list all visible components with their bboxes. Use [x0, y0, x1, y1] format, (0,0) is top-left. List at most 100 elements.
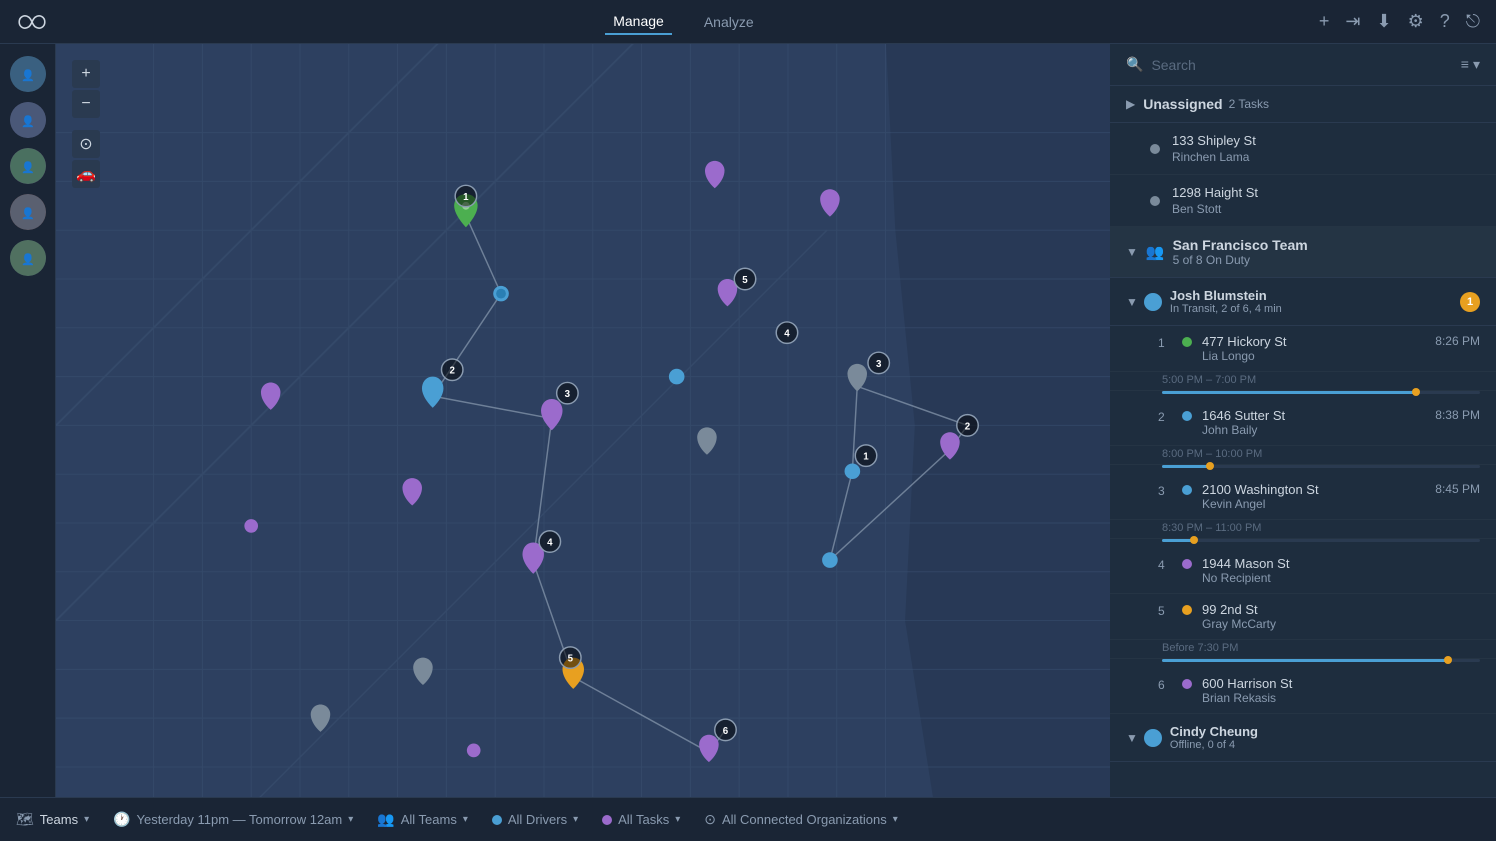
search-icon: 🔍: [1126, 56, 1143, 73]
driver-dot: [492, 815, 502, 825]
task-details-5: 99 2nd St Gray McCarty: [1202, 602, 1480, 631]
svg-text:5: 5: [568, 654, 574, 665]
nav-analyze[interactable]: Analyze: [696, 10, 762, 34]
cindy-status: Offline, 0 of 4: [1170, 739, 1480, 751]
team-section-header[interactable]: ▼ 👥 San Francisco Team 5 of 8 On Duty: [1110, 227, 1496, 278]
import-icon[interactable]: ⇥: [1345, 11, 1360, 32]
logo[interactable]: [16, 12, 48, 32]
task-bar-dot-5: [1444, 656, 1452, 664]
task-bar-5: [1162, 659, 1480, 662]
map-icon: 🗺: [16, 811, 34, 828]
nav-manage[interactable]: Manage: [605, 9, 672, 35]
settings-icon[interactable]: ⚙: [1408, 11, 1424, 32]
unassigned-task-1[interactable]: 133 Shipley St Rinchen Lama: [1110, 123, 1496, 175]
task-pin-5: [1182, 605, 1192, 615]
list-icon[interactable]: ≡: [1461, 56, 1469, 73]
svg-text:4: 4: [784, 329, 790, 340]
task-pin-3: [1182, 485, 1192, 495]
task-recip-2: John Baily: [1202, 423, 1427, 437]
svg-text:👤: 👤: [21, 253, 35, 266]
task-bar-dot-2: [1206, 462, 1214, 470]
add-icon[interactable]: +: [1319, 11, 1330, 32]
task-dot-1: [1150, 144, 1160, 154]
driver-cindy-header[interactable]: ▼ Cindy Cheung Offline, 0 of 4: [1110, 714, 1496, 762]
avatar-2[interactable]: 👤: [10, 102, 46, 138]
zoom-out-button[interactable]: −: [72, 90, 100, 118]
josh-task-3[interactable]: 3 2100 Washington St Kevin Angel 8:45 PM: [1110, 474, 1496, 520]
task-recip-6: Brian Rekasis: [1202, 691, 1480, 705]
task-num-4: 4: [1158, 558, 1174, 572]
task-details-3: 2100 Washington St Kevin Angel: [1202, 482, 1427, 511]
driver-josh-header[interactable]: ▼ Josh Blumstein In Transit, 2 of 6, 4 m…: [1110, 278, 1496, 326]
svg-text:👤: 👤: [21, 115, 35, 128]
search-bar: 🔍 ≡ ▾: [1110, 44, 1496, 86]
avatar-1[interactable]: 👤: [10, 56, 46, 92]
people-icon: 👥: [377, 811, 394, 828]
bottom-all-tasks[interactable]: All Tasks ▾: [602, 812, 680, 827]
bottom-all-orgs[interactable]: ⊙ All Connected Organizations ▾: [704, 811, 898, 828]
task-pin-2: [1182, 411, 1192, 421]
help-icon[interactable]: ?: [1440, 11, 1450, 32]
josh-task-5[interactable]: 5 99 2nd St Gray McCarty: [1110, 594, 1496, 640]
download-icon[interactable]: ⬇: [1376, 11, 1391, 32]
josh-task-2[interactable]: 2 1646 Sutter St John Baily 8:38 PM: [1110, 400, 1496, 446]
cindy-avatar: [1144, 729, 1162, 747]
drivers-chevron: ▾: [573, 814, 578, 825]
teams-filter-chevron: ▾: [463, 814, 468, 825]
avatar-3[interactable]: 👤: [10, 148, 46, 184]
josh-avatar: [1144, 293, 1162, 311]
svg-text:1: 1: [863, 452, 869, 463]
main-content: 👤 👤 👤 👤 👤: [0, 44, 1496, 797]
task-num-1: 1: [1158, 336, 1174, 350]
avatar-5[interactable]: 👤: [10, 240, 46, 276]
all-drivers-label: All Drivers: [508, 812, 567, 827]
view-toggle[interactable]: ≡ ▾: [1461, 56, 1480, 73]
task-range-2: 8:00 PM – 10:00 PM: [1110, 448, 1496, 465]
task-bar-fill-2: [1162, 465, 1210, 468]
unassigned-chevron: ▶: [1126, 97, 1135, 111]
time-chevron: ▾: [348, 814, 353, 825]
layer-button[interactable]: 🚗: [72, 160, 100, 188]
task-recip-1: Lia Longo: [1202, 349, 1427, 363]
unassigned-section-header[interactable]: ▶ Unassigned 2 Tasks: [1110, 86, 1496, 123]
svg-text:1: 1: [463, 192, 469, 203]
task-dot-bottom: [602, 815, 612, 825]
unassigned-count: 2 Tasks: [1229, 97, 1269, 111]
time-range-label: Yesterday 11pm — Tomorrow 12am: [137, 812, 343, 827]
unassigned-task-2[interactable]: 1298 Haight St Ben Stott: [1110, 175, 1496, 227]
task-addr-6: 600 Harrison St: [1202, 676, 1480, 691]
josh-expand-chevron: ▼: [1126, 295, 1138, 309]
task-bar-fill-1: [1162, 391, 1416, 394]
bottom-all-drivers[interactable]: All Drivers ▾: [492, 812, 578, 827]
zoom-in-button[interactable]: +: [72, 60, 100, 88]
team-title-block: San Francisco Team 5 of 8 On Duty: [1173, 237, 1308, 267]
task-pin-4: [1182, 559, 1192, 569]
task-addr-2: 1646 Sutter St: [1202, 408, 1427, 423]
bottom-teams-tab[interactable]: 🗺 Teams ▾: [16, 811, 89, 828]
task-num-3: 3: [1158, 484, 1174, 498]
task-details-4: 1944 Mason St No Recipient: [1202, 556, 1480, 585]
josh-status: In Transit, 2 of 6, 4 min: [1170, 303, 1452, 315]
cindy-expand-chevron: ▼: [1126, 731, 1138, 745]
task-num-5: 5: [1158, 604, 1174, 618]
avatar-4[interactable]: 👤: [10, 194, 46, 230]
map-controls: + − ⊙ 🚗: [72, 60, 100, 188]
josh-task-4[interactable]: 4 1944 Mason St No Recipient: [1110, 548, 1496, 594]
josh-task-1[interactable]: 1 477 Hickory St Lia Longo 8:26 PM: [1110, 326, 1496, 372]
task-range-1: 5:00 PM – 7:00 PM: [1110, 374, 1496, 391]
expand-icon[interactable]: ▾: [1473, 56, 1480, 73]
locate-button[interactable]: ⊙: [72, 130, 100, 158]
team-chevron: ▼: [1126, 245, 1138, 259]
svg-text:4: 4: [547, 537, 553, 548]
task-num-6: 6: [1158, 678, 1174, 692]
teams-chevron: ▾: [84, 814, 89, 825]
josh-badge: 1: [1460, 292, 1480, 312]
search-input[interactable]: [1151, 57, 1452, 73]
josh-task-6[interactable]: 6 600 Harrison St Brian Rekasis: [1110, 668, 1496, 714]
nav-right: + ⇥ ⬇ ⚙ ? ⎋: [1319, 11, 1480, 32]
bottom-all-teams[interactable]: 👥 All Teams ▾: [377, 811, 468, 828]
task-addr-3: 2100 Washington St: [1202, 482, 1427, 497]
logout-icon[interactable]: ⎋: [1466, 11, 1480, 32]
map-area[interactable]: 1 2 3 4: [56, 44, 1110, 797]
bottom-time[interactable]: 🕐 Yesterday 11pm — Tomorrow 12am ▾: [113, 811, 353, 828]
